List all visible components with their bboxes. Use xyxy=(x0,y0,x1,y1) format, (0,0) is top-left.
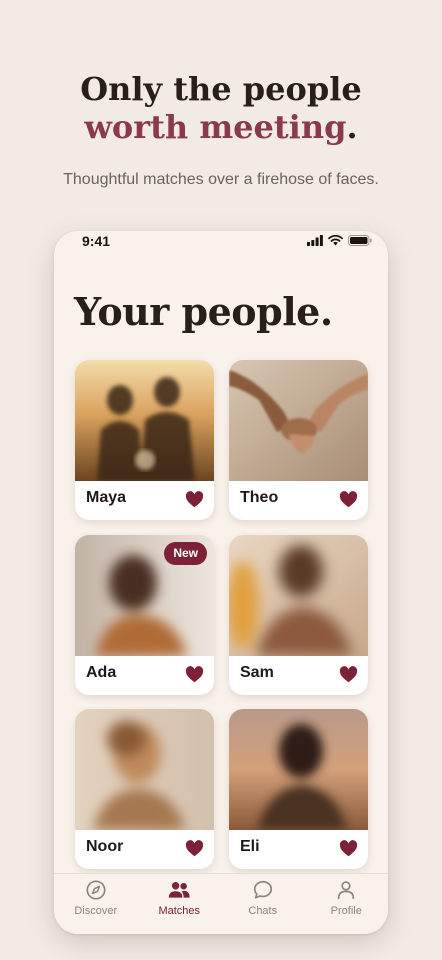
match-photo xyxy=(75,360,214,481)
match-card-maya[interactable]: Maya xyxy=(75,360,214,520)
hero-line-1: Only the people xyxy=(80,70,362,108)
tab-profile[interactable]: Profile xyxy=(305,874,389,934)
heart-icon[interactable] xyxy=(185,840,204,857)
match-name: Theo xyxy=(240,489,279,506)
match-name: Maya xyxy=(86,489,127,506)
tab-bar: Discover Matches Chats Profile xyxy=(54,873,388,934)
match-card-ada[interactable]: New Ada xyxy=(75,535,214,695)
screen-title: Your people. xyxy=(74,289,333,334)
status-bar: 9:41 xyxy=(54,231,388,253)
match-name: Ada xyxy=(86,664,117,681)
signal-icon xyxy=(307,235,323,246)
wifi-icon xyxy=(328,235,343,246)
match-photo xyxy=(229,360,368,481)
hero-subtitle: Thoughtful matches over a firehose of fa… xyxy=(63,171,379,188)
chat-bubble-icon xyxy=(253,880,272,899)
match-name: Sam xyxy=(240,664,274,681)
tab-matches[interactable]: Matches xyxy=(138,874,222,934)
new-badge: New xyxy=(164,542,207,565)
match-name: Noor xyxy=(86,838,124,855)
match-photo xyxy=(229,709,368,830)
match-card-noor[interactable]: Noor xyxy=(75,709,214,869)
heart-icon[interactable] xyxy=(339,666,358,683)
hero-period: . xyxy=(346,108,358,146)
heart-icon[interactable] xyxy=(339,491,358,508)
match-card-eli[interactable]: Eli xyxy=(229,709,368,869)
tab-discover[interactable]: Discover xyxy=(54,874,138,934)
person-icon xyxy=(338,881,355,900)
tab-label: Discover xyxy=(74,905,118,917)
hero-line-2: worth meeting xyxy=(84,108,347,146)
phone-mockup: 9:41 Your people. Maya Theo New Ada Sam … xyxy=(54,231,388,934)
heart-icon[interactable] xyxy=(185,491,204,508)
people-icon xyxy=(169,882,190,898)
match-name: Eli xyxy=(240,838,260,855)
tab-chats[interactable]: Chats xyxy=(221,874,305,934)
match-card-theo[interactable]: Theo xyxy=(229,360,368,520)
match-photo xyxy=(75,709,214,830)
match-card-sam[interactable]: Sam xyxy=(229,535,368,695)
tab-label: Chats xyxy=(248,905,278,917)
tab-label: Profile xyxy=(330,905,362,917)
heart-icon[interactable] xyxy=(185,666,204,683)
compass-icon xyxy=(86,880,106,900)
match-photo xyxy=(229,535,368,656)
battery-icon xyxy=(348,235,372,246)
tab-label: Matches xyxy=(158,905,201,917)
hero-headline: Only the people worth meeting. xyxy=(0,70,442,146)
heart-icon[interactable] xyxy=(339,840,358,857)
status-time: 9:41 xyxy=(82,233,111,249)
